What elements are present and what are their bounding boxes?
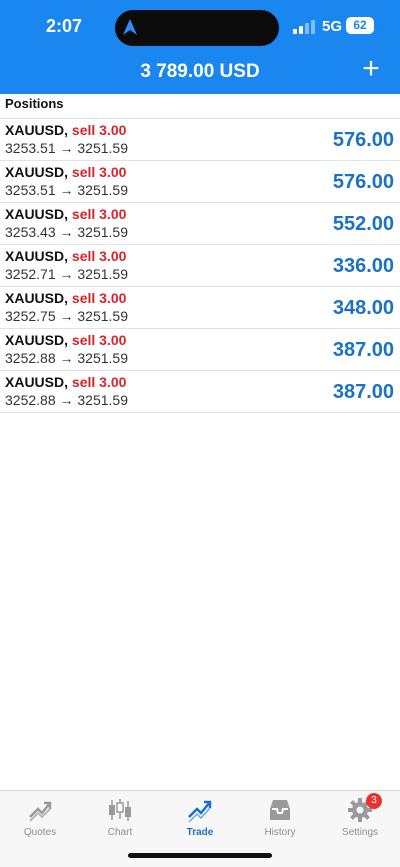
symbol-text: XAUUSD,	[5, 374, 69, 390]
position-side: sell 3.00	[71, 122, 127, 138]
tab-settings[interactable]: 3 Settings	[320, 793, 400, 842]
position-profit: 336.00	[332, 255, 394, 277]
position-side: sell 3.00	[71, 248, 127, 264]
position-side: sell 3.00	[71, 374, 127, 390]
tab-quotes-label: Quotes	[23, 827, 57, 838]
position-prices: 3252.88 → 3251.59	[5, 392, 128, 408]
position-symbol: XAUUSD, sell 3.00	[5, 374, 126, 390]
settings-notification-badge: 3	[366, 793, 382, 809]
tab-history-label: History	[264, 827, 296, 838]
symbol-text: XAUUSD,	[5, 164, 69, 180]
symbol-text: XAUUSD,	[5, 290, 69, 306]
tab-chart-label: Chart	[107, 827, 133, 838]
position-profit: 387.00	[332, 381, 394, 403]
navigation-arrow-icon	[123, 19, 137, 35]
symbol-text: XAUUSD,	[5, 122, 69, 138]
positions-label: Positions	[5, 96, 64, 111]
tab-quotes[interactable]: Quotes	[0, 797, 80, 842]
position-profit: 387.00	[332, 339, 394, 361]
top-header: 2:07 5G 62 3 789.00 USD +	[0, 0, 400, 94]
network-type: 5G	[322, 18, 343, 35]
position-symbol: XAUUSD, sell 3.00	[5, 332, 126, 348]
position-row[interactable]: XAUUSD, sell 3.00 3253.43 → 3251.59 552.00	[0, 203, 400, 245]
position-prices: 3253.43 → 3251.59	[5, 224, 128, 240]
quotes-icon	[29, 801, 52, 822]
candlestick-chart-icon	[109, 799, 131, 821]
signal-strength-icon	[293, 20, 315, 34]
position-profit: 348.00	[332, 297, 394, 319]
position-profit: 576.00	[332, 171, 394, 193]
position-symbol: XAUUSD, sell 3.00	[5, 206, 126, 222]
battery-level: 62	[346, 17, 374, 34]
position-symbol: XAUUSD, sell 3.00	[5, 164, 126, 180]
status-time: 2:07	[46, 16, 83, 36]
home-indicator	[128, 853, 272, 858]
tab-history[interactable]: History	[240, 797, 320, 842]
tab-settings-label: Settings	[341, 827, 379, 838]
position-profit: 576.00	[332, 129, 394, 151]
trade-trend-icon	[188, 800, 212, 823]
position-prices: 3253.51 → 3251.59	[5, 182, 128, 198]
positions-list[interactable]: 3253.68 → 3251.59627.00XAUUSD, sell 3.00…	[0, 94, 400, 790]
tab-chart[interactable]: Chart	[80, 797, 160, 842]
position-prices: 3253.51 → 3251.59	[5, 140, 128, 156]
position-side: sell 3.00	[71, 164, 127, 180]
position-side: sell 3.00	[71, 290, 127, 306]
position-prices: 3252.75 → 3251.59	[5, 308, 128, 324]
position-prices: 3252.88 → 3251.59	[5, 350, 128, 366]
position-side: sell 3.00	[71, 332, 127, 348]
dynamic-island	[115, 10, 279, 46]
position-row[interactable]: XAUUSD, sell 3.00 3253.51 → 3251.59 576.00	[0, 161, 400, 203]
position-profit: 552.00	[332, 213, 394, 235]
symbol-text: XAUUSD,	[5, 248, 69, 264]
plus-icon[interactable]: +	[358, 54, 384, 84]
position-symbol: XAUUSD, sell 3.00	[5, 290, 126, 306]
page-title-balance: 3 789.00 USD	[140, 61, 260, 82]
position-side: sell 3.00	[71, 206, 127, 222]
position-row[interactable]: XAUUSD, sell 3.00 3252.88 → 3251.59 387.00	[0, 329, 400, 371]
position-row[interactable]: XAUUSD, sell 3.00 3252.88 → 3251.59 387.00	[0, 371, 400, 413]
tab-trade-label: Trade	[186, 827, 214, 838]
position-row[interactable]: XAUUSD, sell 3.00 3253.51 → 3251.59 576.00	[0, 119, 400, 161]
position-row[interactable]: XAUUSD, sell 3.00 3252.75 → 3251.59 348.00	[0, 287, 400, 329]
position-symbol: XAUUSD, sell 3.00	[5, 122, 126, 138]
symbol-text: XAUUSD,	[5, 206, 69, 222]
positions-section-header: Positions	[0, 94, 400, 114]
symbol-text: XAUUSD,	[5, 332, 69, 348]
position-symbol: XAUUSD, sell 3.00	[5, 248, 126, 264]
position-row[interactable]: XAUUSD, sell 3.00 3252.71 → 3251.59 336.00	[0, 245, 400, 287]
tab-trade[interactable]: Trade	[160, 797, 240, 842]
history-inbox-icon	[270, 800, 290, 820]
position-prices: 3252.71 → 3251.59	[5, 266, 128, 282]
